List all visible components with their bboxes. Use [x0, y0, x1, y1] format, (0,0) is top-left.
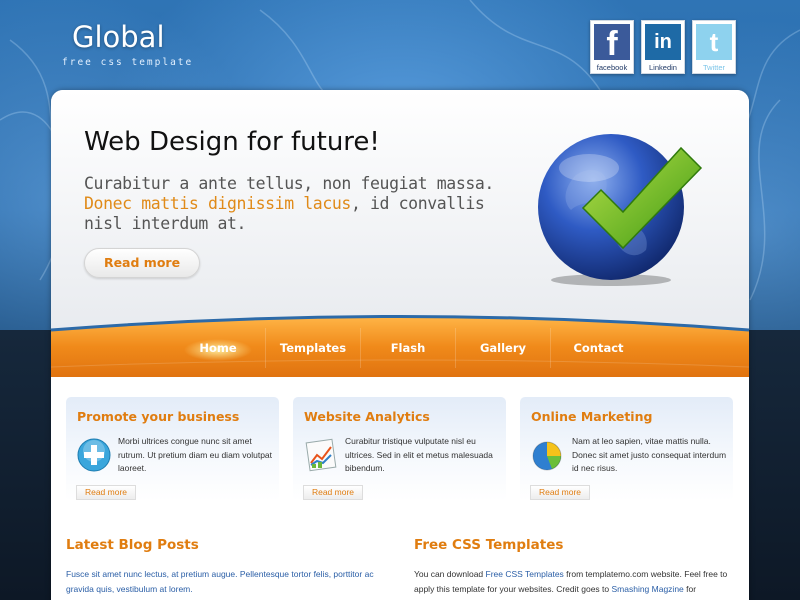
- css-templates-section-title: Free CSS Templates: [414, 537, 564, 553]
- globe-checkmark-icon: [538, 134, 703, 286]
- plus-icon: [77, 438, 111, 472]
- smashing-magazine-link[interactable]: Smashing Magzine: [611, 584, 683, 594]
- css-text-part-3: for: [683, 584, 697, 594]
- service-box-title: Online Marketing: [531, 409, 653, 424]
- hero-title: Web Design for future!: [84, 127, 380, 157]
- hero-read-more-button[interactable]: Read more: [84, 248, 200, 278]
- main-panel: Web Design for future! Curabitur a ante …: [51, 90, 749, 600]
- blog-section-title: Latest Blog Posts: [66, 537, 199, 553]
- service-box-title: Website Analytics: [304, 409, 430, 424]
- pie-chart-icon: [532, 441, 562, 471]
- nav-item-templates[interactable]: Templates: [266, 328, 361, 368]
- service-box-promote: Promote your business Morbi ultrices con…: [66, 397, 279, 501]
- chart-icon: [305, 438, 337, 472]
- nav-item-home[interactable]: Home: [171, 328, 266, 368]
- facebook-label: facebook: [596, 63, 628, 72]
- main-navigation: Home Templates Flash Gallery Contact: [171, 328, 646, 368]
- site-logo[interactable]: Global: [72, 20, 165, 54]
- blog-post-link[interactable]: Fusce sit amet nunc lectus, at pretium a…: [66, 567, 386, 597]
- hero-text: Curabitur a ante tellus, non feugiat mas…: [84, 174, 504, 234]
- linkedin-icon: in: [645, 24, 681, 60]
- hero-text-start: Curabitur a ante tellus, non feugiat mas…: [84, 174, 494, 193]
- nav-item-contact[interactable]: Contact: [551, 328, 646, 368]
- site-tagline: free css template: [62, 57, 194, 68]
- service-box-text: Nam at leo sapien, vitae mattis nulla. D…: [572, 436, 727, 473]
- hero-text-highlight: Donec mattis dignissim lacus: [84, 194, 351, 213]
- free-css-templates-link[interactable]: Free CSS Templates: [486, 569, 564, 579]
- twitter-icon: t: [696, 24, 732, 60]
- service-box-title: Promote your business: [77, 409, 240, 424]
- service-box-marketing: Online Marketing Nam at leo sapien, vita…: [520, 397, 733, 501]
- nav-item-gallery[interactable]: Gallery: [456, 328, 551, 368]
- twitter-link[interactable]: t Twitter: [692, 20, 736, 74]
- service-box-read-more-button[interactable]: Read more: [303, 485, 363, 500]
- facebook-icon: f: [594, 24, 630, 63]
- service-box-read-more-button[interactable]: Read more: [76, 485, 136, 500]
- linkedin-link[interactable]: in Linkedin: [641, 20, 685, 74]
- facebook-link[interactable]: f facebook: [590, 20, 634, 74]
- linkedin-label: Linkedin: [649, 63, 677, 72]
- css-text-part-1: You can download: [414, 569, 486, 579]
- service-box-read-more-button[interactable]: Read more: [530, 485, 590, 500]
- nav-item-flash[interactable]: Flash: [361, 328, 456, 368]
- service-box-text: Curabitur tristique vulputate nisl eu ul…: [345, 436, 493, 473]
- hero-section: Web Design for future! Curabitur a ante …: [51, 90, 749, 350]
- service-box-analytics: Website Analytics Curabitur tristique vu…: [293, 397, 506, 501]
- twitter-label: Twitter: [702, 63, 726, 72]
- service-box-text: Morbi ultrices congue nunc sit amet rutr…: [118, 436, 273, 473]
- css-templates-text: You can download Free CSS Templates from…: [414, 567, 734, 597]
